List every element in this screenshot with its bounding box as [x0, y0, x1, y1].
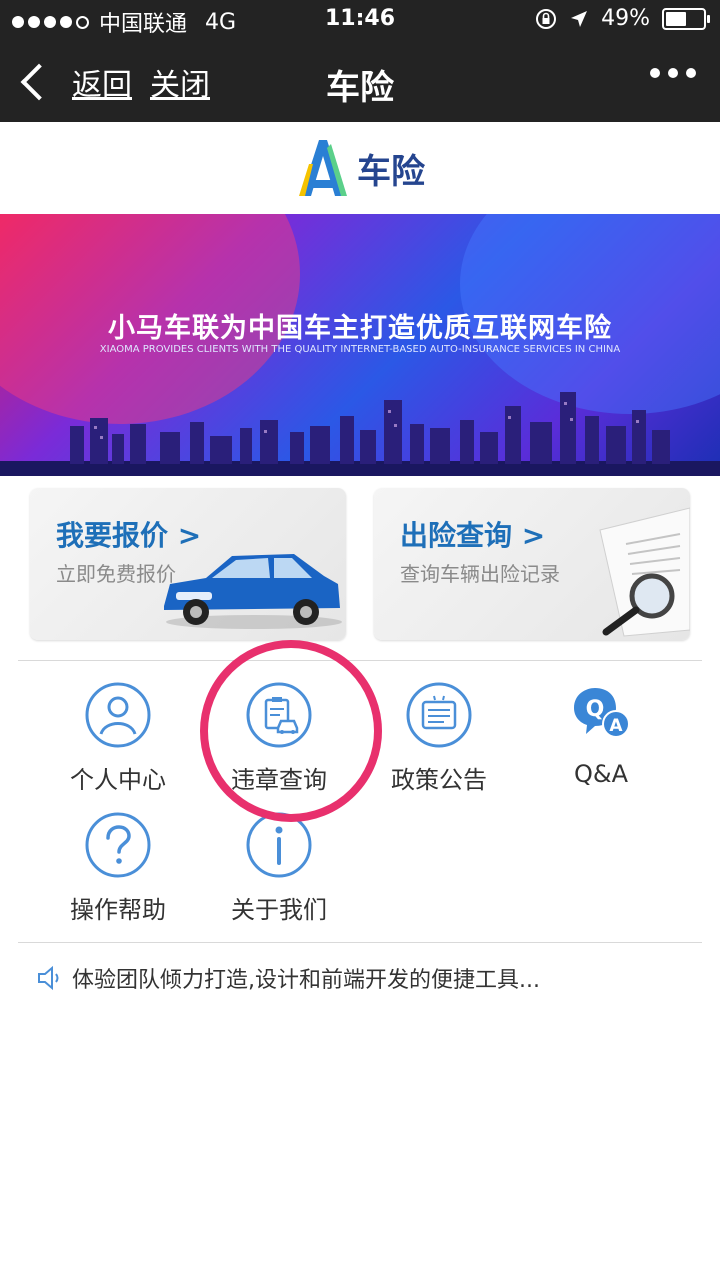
highlight-circle-annotation	[200, 640, 382, 822]
brand-logo-text: 车险	[357, 151, 425, 192]
svg-text:Q: Q	[586, 697, 605, 722]
policy-notice-icon	[406, 682, 472, 748]
battery-icon	[662, 7, 710, 30]
brand-logo-icon	[299, 140, 347, 196]
car-image	[164, 554, 342, 629]
speaker-icon	[38, 965, 59, 991]
city-skyline-image	[0, 392, 720, 476]
menu-item-personal-center[interactable]: 个人中心	[43, 682, 193, 795]
more-options-icon[interactable]	[650, 68, 696, 78]
menu-label-personal-center: 个人中心	[70, 766, 166, 794]
svg-text:A: A	[609, 716, 623, 736]
menu-item-qa[interactable]: Q A Q&A	[526, 682, 676, 788]
document-magnifier-image	[599, 507, 690, 637]
promo-banner[interactable]: 小马车联为中国车主打造优质互联网车险 XIAOMA PROVIDES CLIEN…	[0, 214, 720, 476]
menu-label-help: 操作帮助	[70, 896, 166, 924]
banner-subline: XIAOMA PROVIDES CLIENTS WITH THE QUALITY…	[99, 344, 621, 355]
quote-card[interactable]: 我要报价 > 立即免费报价	[30, 488, 346, 640]
help-icon	[85, 812, 151, 878]
claims-query-card[interactable]: 出险查询 > 查询车辆出险记录	[374, 488, 690, 640]
brand-header: 车险	[0, 122, 720, 215]
section-divider-top	[18, 660, 702, 661]
claims-card-title: 出险查询 >	[400, 519, 546, 552]
menu-item-about-us[interactable]: 关于我们	[204, 812, 354, 925]
menu-item-help[interactable]: 操作帮助	[43, 812, 193, 925]
menu-label-policy-notice: 政策公告	[391, 766, 487, 794]
status-bar: 中国联通 4G 11:46 49%	[0, 0, 720, 40]
status-right: 49%	[535, 6, 710, 31]
qa-icon: Q A	[574, 688, 630, 738]
menu-label-about-us: 关于我们	[231, 896, 327, 924]
notice-text: 体验团队倾力打造,设计和前端开发的便捷工具...	[72, 968, 540, 993]
menu-label-qa: Q&A	[573, 760, 629, 788]
claims-card-subtitle: 查询车辆出险记录	[400, 562, 560, 586]
rotation-lock-icon	[536, 8, 557, 29]
person-icon	[85, 682, 151, 748]
menu-item-policy-notice[interactable]: 政策公告	[364, 682, 514, 795]
info-icon	[246, 812, 312, 878]
navigation-bar: 返回 关闭 车险	[0, 40, 720, 122]
top-bar: 中国联通 4G 11:46 49% 返回 关闭 车险	[0, 0, 720, 122]
notice-bar[interactable]: 体验团队倾力打造,设计和前端开发的便捷工具...	[36, 962, 540, 994]
location-arrow-icon	[571, 10, 588, 27]
section-divider-bottom	[18, 942, 702, 943]
page-title: 车险	[326, 68, 394, 108]
battery-percent: 49%	[601, 6, 650, 31]
banner-headline: 小马车联为中国车主打造优质互联网车险	[108, 313, 612, 344]
